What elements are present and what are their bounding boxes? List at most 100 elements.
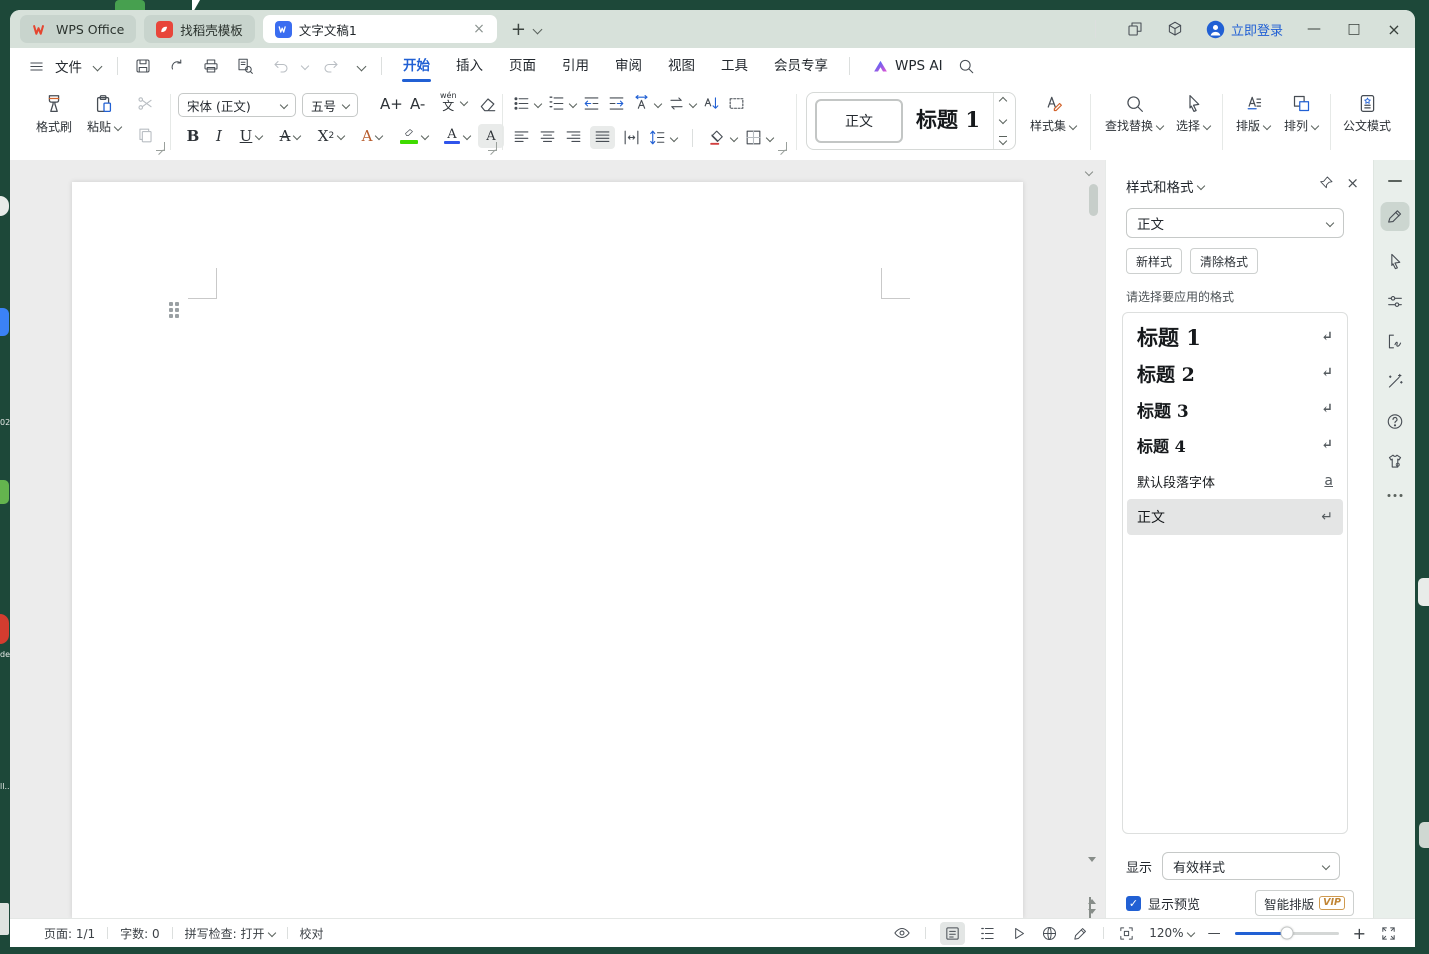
print-icon[interactable] [202, 57, 220, 75]
shading-button[interactable] [708, 128, 737, 147]
outline-view-icon[interactable] [979, 925, 996, 942]
clear-format-button[interactable]: 清除格式 [1190, 248, 1258, 274]
new-style-button[interactable]: 新样式 [1126, 248, 1182, 274]
app-center-icon[interactable] [1166, 20, 1184, 38]
arrange-button[interactable]: 排列 [1278, 93, 1324, 134]
search-icon[interactable] [957, 57, 975, 75]
style-item-heading3[interactable]: 标题 3↵ [1127, 391, 1343, 427]
select-button[interactable]: 选择 [1170, 93, 1216, 134]
menu-review[interactable]: 审阅 [602, 48, 655, 84]
menu-home[interactable]: 开始 [390, 48, 443, 84]
style-set-button[interactable]: 样式集 [1026, 93, 1080, 134]
show-preview-checkbox[interactable]: ✓ 显示预览 [1126, 894, 1200, 913]
scroll-down-icon[interactable] [1088, 862, 1096, 881]
text-frame-icon[interactable] [727, 94, 746, 113]
ink-pen-icon[interactable] [1072, 925, 1089, 942]
highlight-button[interactable] [392, 128, 436, 144]
tab-list-chevron-icon[interactable] [532, 24, 542, 34]
close-button[interactable]: × [1385, 20, 1403, 39]
gallery-more-icon[interactable] [999, 136, 1007, 144]
proofread-button[interactable]: 校对 [288, 925, 336, 942]
typeset-button[interactable]: 排版 [1230, 93, 1276, 134]
word-count[interactable]: 字数: 0 [108, 925, 172, 942]
smart-typeset-button[interactable]: 智能排版 VIP [1255, 890, 1354, 916]
style-item-heading1[interactable]: 标题 1↵ [1127, 319, 1343, 355]
edit-pen-button[interactable] [1380, 202, 1409, 231]
style-heading1-item[interactable]: 标题 1 [903, 93, 993, 145]
select-tool-button[interactable] [1385, 252, 1404, 271]
align-left-icon[interactable] [512, 128, 531, 147]
tab-document-active[interactable]: 文字文稿1 × [263, 15, 497, 43]
web-view-icon[interactable] [1041, 925, 1058, 942]
save-icon[interactable] [134, 57, 152, 75]
help-button[interactable] [1385, 412, 1404, 431]
quickbar-chevron-icon[interactable] [357, 61, 367, 71]
skin-theme-button[interactable] [1385, 452, 1404, 471]
print-preview-icon[interactable] [236, 57, 254, 75]
menu-view[interactable]: 视图 [655, 48, 708, 84]
collapse-dash-icon[interactable] [1388, 180, 1402, 182]
menu-tools[interactable]: 工具 [708, 48, 761, 84]
undo-icon[interactable] [272, 57, 290, 75]
switch-window-icon[interactable] [1126, 20, 1144, 38]
superscript-button[interactable]: X2 [310, 127, 352, 145]
text-direction-button[interactable] [667, 94, 696, 113]
italic-button[interactable]: I [206, 127, 232, 145]
fit-page-icon[interactable] [1118, 925, 1135, 942]
zoom-slider[interactable] [1235, 932, 1339, 935]
font-name-combo[interactable]: 宋体 (正文) [178, 93, 296, 117]
decrease-font-button[interactable]: A- [410, 95, 425, 113]
tools-wand-button[interactable] [1385, 372, 1404, 391]
strikethrough-button[interactable]: A [270, 127, 310, 145]
justify-button[interactable] [590, 126, 615, 149]
page-view-button[interactable] [940, 922, 965, 945]
distribute-icon[interactable] [622, 128, 641, 147]
decrease-indent-icon[interactable] [582, 94, 601, 113]
page-count[interactable]: 页面: 1/1 [32, 925, 107, 942]
fullscreen-icon[interactable] [1380, 925, 1397, 942]
borders-button[interactable] [744, 128, 773, 147]
text-effects-button[interactable]: A [352, 127, 392, 145]
scrollbar-thumb[interactable] [1089, 184, 1098, 216]
char-scale-button[interactable] [632, 94, 661, 113]
panel-title[interactable]: 样式和格式 [1126, 176, 1204, 196]
panel-close-icon[interactable]: × [1346, 174, 1359, 192]
find-replace-button[interactable]: 查找替换 [1100, 93, 1168, 134]
menu-insert[interactable]: 插入 [443, 48, 496, 84]
gallery-down-icon[interactable] [998, 116, 1006, 124]
redo-icon[interactable] [322, 57, 340, 75]
hamburger-icon[interactable] [28, 58, 45, 75]
new-tab-button[interactable]: + [511, 19, 526, 40]
play-view-icon[interactable] [1010, 925, 1027, 942]
increase-indent-icon[interactable] [607, 94, 626, 113]
bullet-list-button[interactable] [512, 94, 541, 113]
collapse-panel-icon[interactable] [1086, 168, 1092, 176]
export-icon[interactable] [168, 57, 186, 75]
group-expand-icon[interactable] [488, 142, 497, 151]
zoom-slider-thumb[interactable] [1280, 927, 1293, 940]
signature-button[interactable] [1385, 332, 1404, 351]
tab-close-icon[interactable]: × [473, 21, 485, 37]
tab-wps-office[interactable]: WPS Office [20, 15, 136, 43]
display-combo[interactable]: 有效样式 [1162, 852, 1340, 880]
menu-member[interactable]: 会员专享 [761, 48, 841, 84]
eye-reader-icon[interactable] [893, 924, 911, 942]
maximize-button[interactable]: □ [1345, 21, 1363, 37]
login-button[interactable]: 立即登录 [1206, 20, 1283, 39]
align-center-icon[interactable] [538, 128, 557, 147]
bold-button[interactable]: B [180, 127, 206, 145]
font-size-combo[interactable]: 五号 [302, 93, 358, 117]
file-menu[interactable]: 文件 [55, 56, 82, 76]
document-area[interactable] [10, 160, 1105, 918]
group-expand-icon[interactable] [778, 142, 787, 151]
style-item-body[interactable]: 正文↵ [1127, 499, 1343, 535]
paste-button[interactable]: 粘贴 [80, 93, 128, 135]
menu-page[interactable]: 页面 [496, 48, 549, 84]
align-right-icon[interactable] [564, 128, 583, 147]
paragraph-drag-handle[interactable] [169, 302, 182, 319]
tab-docer-templates[interactable]: 找稻壳模板 [144, 15, 255, 43]
minimize-button[interactable]: — [1305, 21, 1323, 37]
document-page[interactable] [72, 182, 1023, 918]
file-chevron-icon[interactable] [93, 61, 103, 71]
underline-button[interactable]: U [232, 127, 270, 145]
